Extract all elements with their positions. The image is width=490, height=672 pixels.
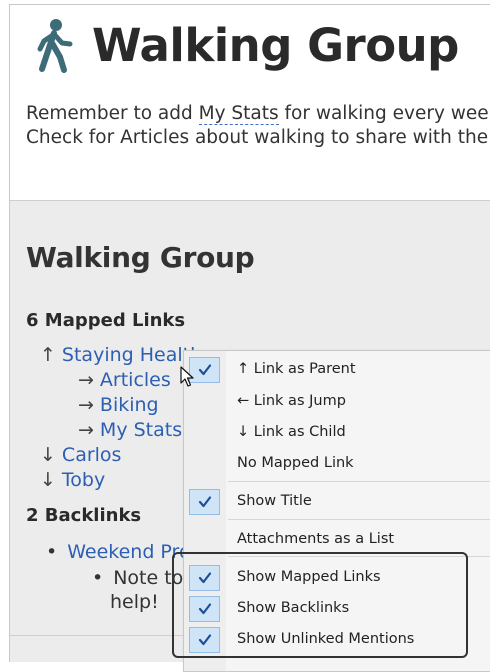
menu-item-label: No Mapped Link [237, 455, 354, 471]
menu-item-show-mapped-links[interactable]: Show Mapped Links [184, 563, 490, 593]
menu-item-label: Show Backlinks [237, 600, 350, 616]
backlink-weekend[interactable]: Weekend Pro [67, 541, 190, 563]
note-text-line-2: Check for Articles about walking to shar… [26, 127, 489, 148]
menu-separator [228, 556, 490, 557]
backlink-subnote-cont: help! [110, 591, 159, 613]
right-arrow-icon: → [78, 369, 94, 391]
mapped-link-item: ↓ Carlos [40, 444, 121, 466]
menu-item-show-unlinked-mentions[interactable]: Show Unlinked Mentions [184, 625, 490, 655]
note-title: Walking Group [92, 18, 459, 72]
walking-person-icon [37, 19, 73, 73]
bullet-icon: • [92, 567, 104, 589]
mapped-link-my-stats[interactable]: My Stats [100, 419, 182, 441]
menu-item-show-title[interactable]: Show Title [184, 487, 490, 517]
mapped-links-heading: 6 Mapped Links [26, 310, 186, 331]
context-menu: ↑ Link as Parent ← Link as Jump ↓ Link a… [183, 350, 490, 672]
backlink-subnote: • Note to [92, 567, 183, 589]
mapped-link-biking[interactable]: Biking [100, 394, 159, 416]
menu-item-label: ↓ Link as Child [237, 424, 346, 440]
menu-item-no-mapped-link[interactable]: No Mapped Link [184, 449, 490, 479]
note-text-segment: for walking every week [278, 103, 490, 124]
bullet-icon: • [46, 541, 58, 563]
note-text-segment: Remember to add [26, 103, 199, 124]
mapped-link-item: → My Stats [78, 419, 182, 441]
backlink-subnote-line-2: help! [110, 591, 159, 613]
menu-item-label: Show Mapped Links [237, 569, 381, 585]
menu-item-label: ↑ Link as Parent [237, 361, 356, 377]
note-text-line-1: Remember to add My Stats for walking eve… [26, 103, 490, 125]
down-arrow-icon: ↓ [40, 469, 56, 491]
backlinks-heading: 2 Backlinks [26, 505, 142, 526]
up-arrow-icon: ↑ [40, 344, 56, 366]
menu-item-show-backlinks[interactable]: Show Backlinks [184, 594, 490, 624]
checkmark-icon [189, 565, 220, 591]
menu-item-link-as-child[interactable]: ↓ Link as Child [184, 418, 490, 448]
menu-separator [228, 519, 490, 520]
mapped-link-toby[interactable]: Toby [62, 469, 105, 491]
menu-item-label: Attachments as a List [237, 531, 395, 547]
my-stats-link[interactable]: My Stats [198, 103, 279, 125]
checkmark-icon [189, 596, 220, 622]
mapped-link-carlos[interactable]: Carlos [62, 444, 122, 466]
down-arrow-icon: ↓ [40, 444, 56, 466]
menu-item-label: ← Link as Jump [237, 393, 346, 409]
mapped-link-item: → Biking [78, 394, 159, 416]
note-title-row: Walking Group [34, 17, 459, 73]
mapped-link-articles[interactable]: Articles [100, 369, 171, 391]
backlink-item: • Weekend Pro [46, 541, 191, 563]
panel-title: Walking Group [26, 241, 255, 274]
menu-item-link-as-jump[interactable]: ← Link as Jump [184, 387, 490, 417]
menu-item-attachments-as-list[interactable]: Attachments as a List [184, 525, 490, 555]
backlink-subnote-line-1: Note to [113, 567, 184, 589]
mapped-link-item: → Articles [78, 369, 171, 391]
right-arrow-icon: → [78, 419, 94, 441]
menu-item-label: Show Unlinked Mentions [237, 631, 415, 647]
mouse-pointer-icon [180, 366, 194, 387]
right-arrow-icon: → [78, 394, 94, 416]
checkmark-icon [189, 627, 220, 653]
mapped-link-item: ↓ Toby [40, 469, 105, 491]
menu-separator [228, 481, 490, 482]
checkmark-icon [189, 489, 220, 515]
menu-item-label: Show Title [237, 493, 312, 509]
menu-item-link-as-parent[interactable]: ↑ Link as Parent [184, 355, 490, 385]
